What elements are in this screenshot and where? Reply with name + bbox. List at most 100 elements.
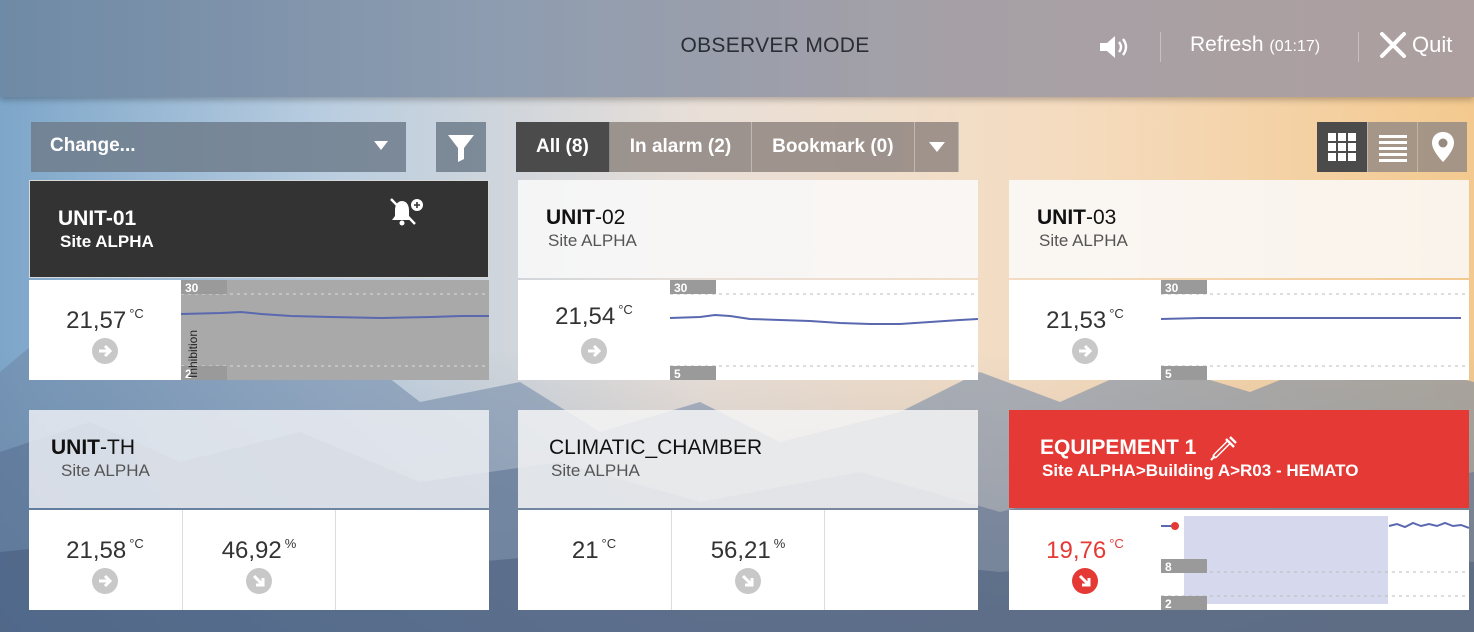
trend-down-right-icon — [1072, 568, 1098, 594]
temperature-unit: °C — [601, 536, 617, 551]
value-divider — [335, 510, 336, 610]
inhibition-shade — [181, 280, 489, 380]
temperature-reading: 21,54 °C — [518, 280, 670, 380]
card-body: 21,57 °C 30 2 Inhibition — [29, 280, 489, 380]
chart-tick-top-label: 8 — [1165, 560, 1172, 574]
card-body: 19,76 °C 8 2 — [1009, 510, 1469, 610]
refresh-countdown: (01:17) — [1269, 38, 1321, 55]
tabs-more-button[interactable] — [914, 122, 959, 172]
refresh-button[interactable]: Refresh (01:17) — [1190, 33, 1320, 57]
temperature-unit: °C — [618, 302, 633, 317]
card-name: UNIT-02 — [546, 206, 626, 229]
temperature-unit: °C — [1109, 536, 1124, 551]
quit-button[interactable]: Quit — [1378, 30, 1452, 60]
humidity-reading: 56,21% — [672, 510, 824, 610]
tab-bookmark[interactable]: Bookmark (0) — [752, 122, 915, 172]
temperature-value: 19,76 — [1046, 537, 1107, 564]
trend-chart: 30 5 — [670, 280, 978, 380]
syringe-icon — [1210, 436, 1237, 461]
humidity-value: 46,92 — [221, 537, 282, 564]
device-card-unit-02[interactable]: UNIT-02 Site ALPHA 21,54 °C 30 5 — [518, 180, 978, 380]
bell-muted-icon[interactable] — [390, 197, 424, 227]
card-body: 21,54 °C 30 5 — [518, 280, 978, 380]
temperature-value: 21 — [571, 537, 599, 564]
temperature-value: 21,58 — [66, 537, 127, 564]
trend-right-icon — [1072, 338, 1098, 364]
temperature-reading: 21,53 °C — [1009, 280, 1161, 380]
humidity-unit: % — [773, 536, 786, 551]
device-card-unit-03[interactable]: UNIT-03 Site ALPHA 21,53 °C 30 5 — [1009, 180, 1469, 380]
alarm-period-shade — [1184, 516, 1388, 604]
filter-icon — [448, 135, 474, 162]
chevron-down-icon — [928, 142, 945, 152]
topbar-divider — [1160, 32, 1161, 62]
trend-right-icon — [581, 338, 607, 364]
card-header: UNIT-02 Site ALPHA — [518, 180, 978, 278]
chart-tick-bottom-label: 2 — [1165, 597, 1172, 610]
temperature-reading: 21,57 °C — [29, 280, 181, 380]
chart-tick-bottom-label: 5 — [674, 367, 681, 380]
trend-down-right-icon — [246, 568, 272, 594]
card-body: 21 °C 56,21% — [518, 510, 978, 610]
trend-chart: 8 2 — [1161, 510, 1469, 610]
filter-tabs: All (8) In alarm (2) Bookmark (0) — [516, 122, 959, 172]
map-view-button[interactable] — [1417, 122, 1467, 172]
grid-view-icon — [1328, 133, 1356, 161]
view-switcher — [1317, 122, 1467, 172]
card-body: 21,53 °C 30 5 — [1009, 280, 1469, 380]
temperature-unit: °C — [129, 536, 144, 551]
card-name: UNIT-TH — [51, 436, 135, 459]
device-card-unit-01[interactable]: UNIT-01 Site ALPHA 21,57 °C 30 2 Inhibit… — [29, 180, 489, 380]
list-view-icon — [1379, 135, 1407, 162]
chart-series-line — [670, 313, 978, 325]
quit-label: Quit — [1412, 32, 1453, 57]
card-header: UNIT-01 Site ALPHA — [29, 180, 489, 278]
chart-tick-bottom-label: 5 — [1165, 367, 1172, 380]
tab-all[interactable]: All (8) — [516, 122, 610, 172]
chart-series-line — [1388, 521, 1469, 529]
inhibition-label: Inhibition — [186, 330, 200, 378]
humidity-value: 56,21 — [710, 537, 771, 564]
trend-chart: 30 2 Inhibition — [181, 280, 489, 380]
chart-tick-top-label: 30 — [1165, 281, 1179, 295]
trend-down-right-icon — [735, 568, 761, 594]
device-card-unit-th[interactable]: UNIT-TH Site ALPHA 21,58 °C 46,92% — [29, 410, 489, 610]
chart-tick-top-label: 30 — [185, 281, 199, 295]
card-site: Site ALPHA — [1039, 231, 1128, 250]
humidity-unit: % — [284, 536, 297, 551]
change-label: Change... — [50, 135, 136, 156]
trend-right-icon — [92, 568, 118, 594]
device-card-equipement-1[interactable]: EQUIPEMENT 1 Site ALPHA>Building A>R03 -… — [1009, 410, 1469, 610]
card-body: 21,58 °C 46,92% — [29, 510, 489, 610]
chevron-down-icon — [374, 141, 388, 150]
temperature-reading: 21 °C — [518, 510, 670, 610]
card-site: Site ALPHA — [60, 232, 154, 251]
card-header: EQUIPEMENT 1 Site ALPHA>Building A>R03 -… — [1009, 410, 1469, 508]
list-view-button[interactable] — [1367, 122, 1417, 172]
grid-view-button[interactable] — [1317, 122, 1367, 172]
temperature-reading: 21,58 °C — [29, 510, 181, 610]
change-dropdown[interactable]: Change... — [31, 122, 406, 172]
filter-button[interactable] — [436, 122, 486, 172]
temperature-unit: °C — [1109, 306, 1124, 321]
chart-tick-top-label: 30 — [674, 281, 688, 295]
humidity-reading: 46,92% — [183, 510, 335, 610]
tab-in-alarm[interactable]: In alarm (2) — [609, 122, 753, 172]
close-icon — [1380, 32, 1406, 58]
page-title: OBSERVER MODE — [680, 34, 870, 57]
chart-series-line — [1161, 317, 1461, 320]
topbar-divider — [1358, 32, 1359, 62]
alarm-point — [1171, 522, 1179, 530]
speaker-icon[interactable] — [1097, 32, 1133, 62]
card-site: Site ALPHA — [551, 461, 640, 480]
top-bar: OBSERVER MODE Refresh (01:17) Quit — [0, 0, 1474, 97]
card-site: Site ALPHA>Building A>R03 - HEMATO — [1042, 461, 1359, 480]
trend-right-icon — [92, 338, 118, 364]
map-pin-icon — [1432, 132, 1454, 162]
card-name: UNIT-03 — [1037, 206, 1117, 229]
temperature-unit: °C — [129, 306, 144, 321]
device-card-climatic-chamber[interactable]: CLIMATIC_CHAMBER Site ALPHA 21 °C 56,21% — [518, 410, 978, 610]
temperature-value: 21,57 — [66, 307, 127, 334]
card-name: EQUIPEMENT 1 — [1040, 436, 1469, 461]
card-header: UNIT-TH Site ALPHA — [29, 410, 489, 508]
